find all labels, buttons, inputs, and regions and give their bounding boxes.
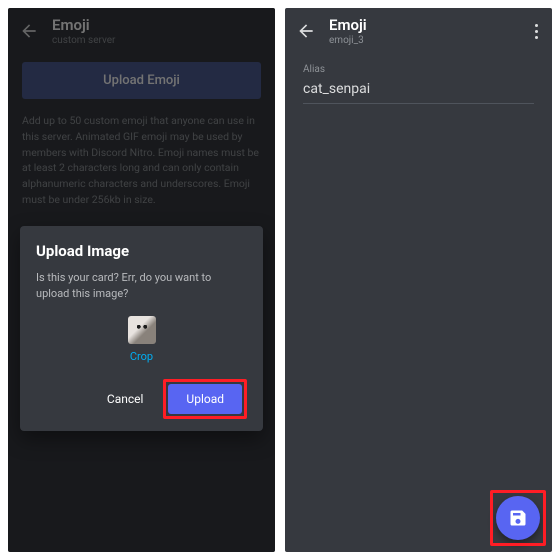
crop-link[interactable]: Crop	[36, 350, 247, 363]
header: Emoji emoji_3	[285, 8, 552, 54]
upload-button[interactable]: Upload	[168, 384, 242, 414]
more-icon[interactable]	[535, 24, 542, 39]
highlight-upload: Upload	[163, 379, 247, 419]
screen-emoji-edit: Emoji emoji_3 Alias cat_senpai	[285, 8, 552, 552]
header-subtitle: emoji_3	[329, 35, 367, 46]
screen-emoji-list: Emoji custom server Upload Emoji Add up …	[8, 8, 275, 552]
upload-image-dialog: Upload Image Is this your card? Err, do …	[20, 226, 263, 431]
dialog-title: Upload Image	[36, 242, 247, 260]
image-preview	[128, 316, 156, 344]
highlight-save	[490, 490, 546, 546]
alias-label: Alias	[303, 64, 534, 75]
back-arrow-icon[interactable]	[295, 20, 317, 42]
header-title: Emoji	[329, 16, 367, 34]
cancel-button[interactable]: Cancel	[95, 384, 156, 414]
alias-input[interactable]: cat_senpai	[303, 77, 534, 104]
dialog-body: Is this your card? Err, do you want to u…	[36, 270, 247, 302]
